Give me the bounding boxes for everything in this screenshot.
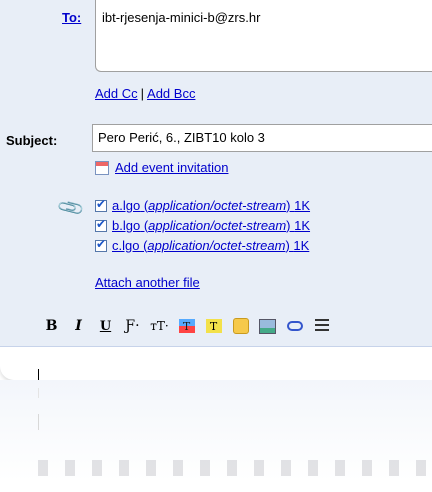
highlight-icon: T: [205, 319, 222, 333]
italic-button[interactable]: I: [65, 315, 92, 337]
add-cc-bcc: Add Cc | Add Bcc: [95, 86, 195, 101]
smiley-icon: [232, 318, 249, 334]
attach-another-file-link[interactable]: Attach another file: [95, 275, 200, 290]
attachment-item: c.lgo (application/octet-stream) 1K: [95, 237, 309, 253]
to-label[interactable]: To:: [62, 10, 81, 25]
attachment-checkbox[interactable]: [95, 237, 107, 252]
text-cursor: [38, 369, 39, 380]
attachment-item: a.lgo (application/octet-stream) 1K: [95, 197, 310, 213]
highlight-button[interactable]: T: [200, 315, 227, 337]
attachment-name: a.lgo: [112, 198, 141, 213]
attachment-link[interactable]: c.lgo (application/octet-stream) 1K: [112, 238, 309, 253]
attachment-link[interactable]: a.lgo (application/octet-stream) 1K: [112, 198, 310, 213]
emoticon-button[interactable]: [227, 315, 254, 337]
text-color-button[interactable]: T: [173, 315, 200, 337]
attachment-size: 1K: [294, 198, 311, 213]
image-icon: [259, 318, 276, 334]
attachment-type: application/octet-stream: [147, 238, 286, 253]
reflection-cursor: [38, 414, 39, 430]
font-size-button[interactable]: тT·: [146, 315, 173, 337]
attachment-link[interactable]: b.lgo (application/octet-stream) 1K: [112, 218, 310, 233]
formatting-toolbar: B I U Ƒ· тT· T T: [0, 310, 432, 342]
cc-separator: |: [140, 86, 145, 101]
reflection-line: [38, 388, 39, 398]
insert-image-button[interactable]: [254, 315, 281, 337]
add-event-link[interactable]: Add event invitation: [115, 160, 228, 175]
to-value: ibt-rjesenja-minici-b@zrs.hr: [102, 10, 261, 25]
add-bcc-link[interactable]: Add Bcc: [147, 86, 195, 101]
numbered-list-icon: [314, 319, 329, 333]
reflection-toolbar: [38, 460, 428, 476]
attachment-size: 1K: [293, 238, 310, 253]
to-field[interactable]: ibt-rjesenja-minici-b@zrs.hr: [95, 0, 432, 72]
attachment-name: c.lgo: [112, 238, 140, 253]
subject-value: Pero Perić, 6., ZIBT10 kolo 3: [98, 130, 265, 145]
subject-field[interactable]: Pero Perić, 6., ZIBT10 kolo 3: [92, 124, 432, 152]
calendar-icon: [95, 160, 109, 175]
attachment-name: b.lgo: [112, 218, 141, 233]
numbered-list-button[interactable]: [308, 315, 335, 337]
message-body-editor[interactable]: [0, 346, 432, 380]
attachment-type: application/octet-stream: [148, 218, 287, 233]
add-cc-link[interactable]: Add Cc: [95, 86, 138, 101]
attachment-checkbox[interactable]: [95, 197, 107, 212]
attachment-item: b.lgo (application/octet-stream) 1K: [95, 217, 310, 233]
attachment-size: 1K: [294, 218, 311, 233]
paperclip-icon: 📎: [56, 193, 86, 223]
text-color-icon: T: [178, 319, 195, 333]
link-icon: [286, 321, 303, 331]
insert-link-button[interactable]: [281, 315, 308, 337]
add-event-invitation[interactable]: Add event invitation: [95, 160, 228, 175]
bold-button[interactable]: B: [38, 315, 65, 337]
font-button[interactable]: Ƒ·: [119, 315, 146, 337]
underline-button[interactable]: U: [92, 315, 119, 337]
attachment-checkbox[interactable]: [95, 217, 107, 232]
subject-label: Subject:: [6, 133, 58, 148]
reflection: [0, 380, 432, 492]
attachment-type: application/octet-stream: [148, 198, 287, 213]
compose-panel: To: ibt-rjesenja-minici-b@zrs.hr Add Cc |…: [0, 0, 432, 380]
